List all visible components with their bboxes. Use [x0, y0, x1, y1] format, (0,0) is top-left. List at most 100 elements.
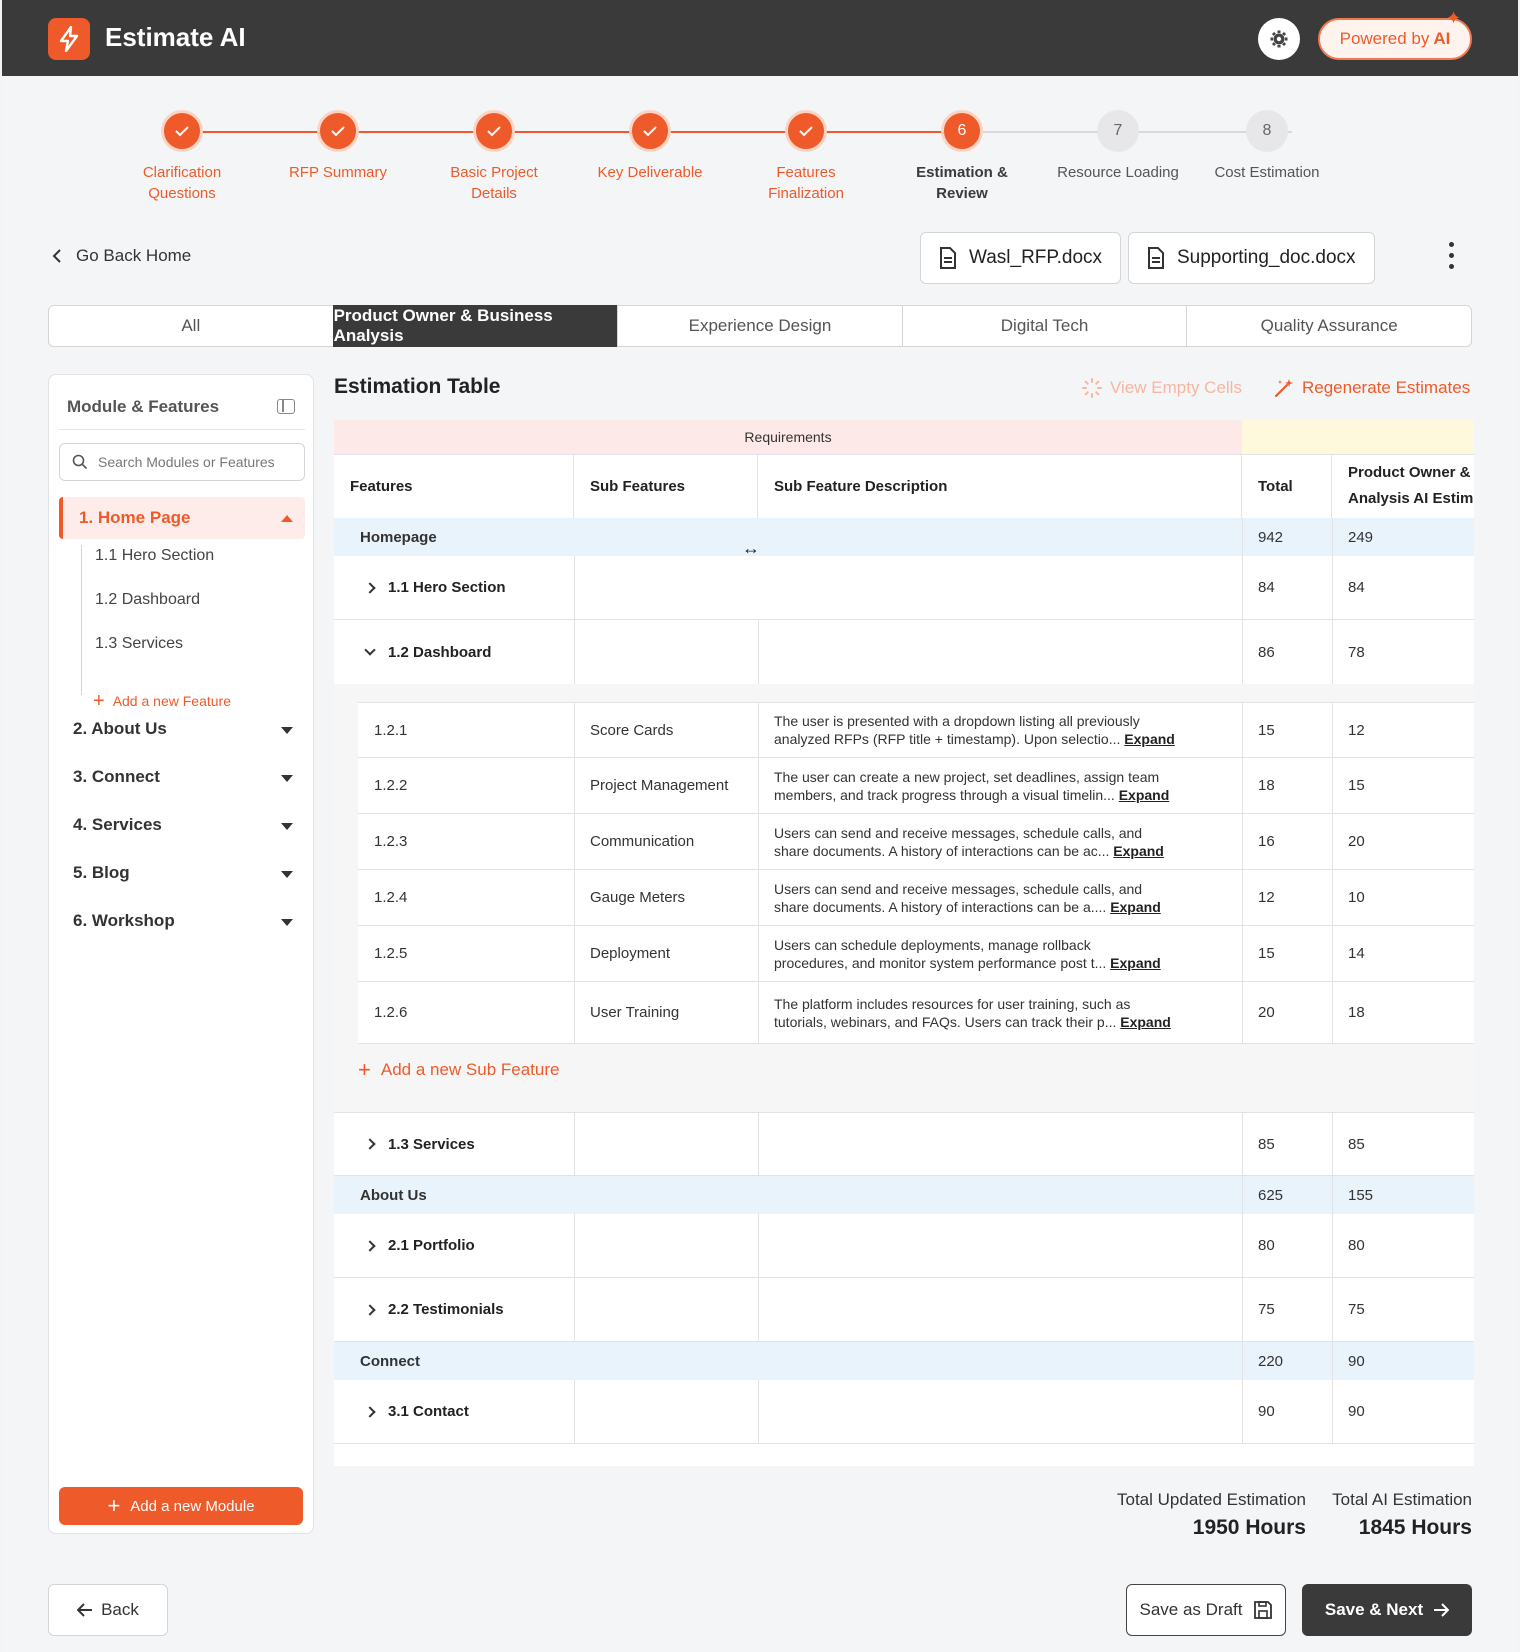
po-estimate-cell: 84: [1348, 579, 1365, 596]
gear-icon: [1270, 30, 1288, 48]
sub-feature-description: Users can schedule deployments, manage r…: [758, 926, 1242, 981]
document-icon: [1148, 247, 1164, 269]
more-options-icon[interactable]: [1447, 242, 1455, 269]
row-divider: [334, 454, 1474, 455]
plus-icon: +: [107, 1493, 121, 1518]
total-ai-label: Total AI Estimation: [1332, 1490, 1472, 1509]
module-label: 4. Services: [73, 815, 162, 834]
table-row-module-about-us[interactable]: About Us 625 155: [334, 1176, 1474, 1214]
sub-feature-row[interactable]: 1.2.6 User Training The platform include…: [358, 982, 1474, 1044]
tab-quality-assurance[interactable]: Quality Assurance: [1186, 305, 1472, 347]
arrow-right-icon: [1434, 1603, 1450, 1617]
table-row-feature[interactable]: 2.2 Testimonials 75 75: [334, 1278, 1474, 1342]
sidebar-module-home-page[interactable]: 1. Home Page: [59, 497, 305, 539]
tab-digital-tech[interactable]: Digital Tech: [901, 305, 1188, 347]
step-label: Key Deliverable: [570, 162, 730, 183]
sub-feature-row[interactable]: 1.2.1 Score Cards The user is presented …: [358, 702, 1474, 758]
description-line-1: Users can schedule deployments, manage r…: [774, 936, 1091, 953]
feature-name: 1.1 Hero Section: [388, 579, 506, 596]
sub-feature-name: Gauge Meters: [590, 889, 686, 906]
file-supporting-button[interactable]: Supporting_doc.docx: [1128, 232, 1375, 284]
file-rfp-button[interactable]: Wasl_RFP.docx: [920, 232, 1122, 284]
chevron-right-icon: [364, 1138, 376, 1150]
sub-feature-row[interactable]: 1.2.5 Deployment Users can schedule depl…: [358, 926, 1474, 982]
expand-link[interactable]: Expand: [1113, 843, 1164, 859]
sub-feature-name: User Training: [590, 1004, 680, 1021]
po-estimate-cell: 18: [1348, 1004, 1365, 1021]
sidebar-module-connect[interactable]: 3. Connect: [73, 767, 293, 787]
regenerate-estimates-button[interactable]: Regenerate Estimates: [1274, 378, 1470, 398]
expand-link[interactable]: Expand: [1110, 955, 1161, 971]
step-4[interactable]: Key Deliverable: [570, 110, 730, 183]
header-sub-feature-description: Sub Feature Description: [758, 454, 1242, 518]
expand-link[interactable]: Expand: [1110, 899, 1161, 915]
search-icon: [72, 454, 88, 470]
sidebar-feature-hero-section[interactable]: 1.1 Hero Section: [95, 547, 214, 565]
step-8[interactable]: 8 Cost Estimation: [1187, 110, 1347, 183]
sidebar-module-about-us[interactable]: 2. About Us: [73, 719, 293, 739]
plus-icon: +: [358, 1057, 371, 1082]
file-rfp-label: Wasl_RFP.docx: [969, 247, 1103, 268]
tab-product-owner[interactable]: Product Owner & Business Analysis: [332, 305, 619, 347]
table-row-module-homepage[interactable]: Homepage 942 249: [334, 518, 1474, 556]
step-5[interactable]: Features Finalization: [726, 110, 886, 204]
back-button[interactable]: Back: [48, 1584, 168, 1636]
add-feature-button[interactable]: + Add a new Feature: [93, 691, 231, 711]
step-6[interactable]: 6 Estimation & Review: [882, 110, 1042, 204]
search-input[interactable]: [98, 454, 288, 470]
sidebar-module-blog[interactable]: 5. Blog: [73, 863, 293, 883]
step-2[interactable]: RFP Summary: [258, 110, 418, 183]
chevron-down-icon: [364, 644, 376, 656]
sub-feature-row[interactable]: 1.2.2 Project Management The user can cr…: [358, 758, 1474, 814]
po-estimate-cell: 12: [1348, 721, 1365, 739]
expand-link[interactable]: Expand: [1124, 731, 1175, 747]
sub-feature-row[interactable]: 1.2.4 Gauge Meters Users can send and re…: [358, 870, 1474, 926]
step-7[interactable]: 7 Resource Loading: [1038, 110, 1198, 183]
step-label-line-2: Review: [936, 185, 988, 202]
chevron-right-icon: [364, 581, 376, 594]
expand-link[interactable]: Expand: [1120, 1014, 1171, 1030]
role-tabs: All Product Owner & Business Analysis Ex…: [48, 305, 1472, 347]
table-row-feature[interactable]: 2.1 Portfolio 80 80: [334, 1214, 1474, 1278]
table-row-feature[interactable]: 3.1 Contact 90 90: [334, 1380, 1474, 1444]
save-next-button[interactable]: Save & Next: [1302, 1584, 1472, 1636]
go-back-home-link[interactable]: Go Back Home: [52, 246, 191, 266]
settings-button[interactable]: [1258, 18, 1300, 60]
table-row-module-connect[interactable]: Connect 220 90: [334, 1342, 1474, 1380]
table-row-feature-expanded[interactable]: 1.2 Dashboard 86 78: [334, 620, 1474, 684]
tab-experience-design[interactable]: Experience Design: [617, 305, 903, 347]
add-module-button[interactable]: + Add a new Module: [59, 1487, 303, 1525]
step-label-line-1: Key Deliverable: [597, 164, 703, 181]
sidebar-module-workshop[interactable]: 6. Workshop: [73, 911, 293, 931]
total-cell: 625: [1258, 1186, 1284, 1204]
sub-feature-description: The user is presented with a dropdown li…: [758, 703, 1242, 757]
sub-feature-guide-line: [81, 545, 82, 695]
add-feature-label: Add a new Feature: [112, 693, 231, 709]
table-row-feature[interactable]: 1.1 Hero Section 84 84: [334, 556, 1474, 620]
description-line-1: The platform includes resources for user…: [774, 995, 1131, 1012]
po-estimate-cell: 78: [1348, 643, 1365, 661]
sub-feature-row[interactable]: 1.2.3 Communication Users can send and r…: [358, 814, 1474, 870]
sidebar-feature-services[interactable]: 1.3 Services: [95, 635, 183, 653]
expand-link[interactable]: Expand: [1119, 787, 1170, 803]
sub-feature-name: Deployment: [590, 945, 671, 962]
view-empty-cells-button[interactable]: View Empty Cells: [1082, 378, 1242, 398]
sidebar-module-services[interactable]: 4. Services: [73, 815, 293, 835]
tab-all[interactable]: All: [48, 305, 334, 347]
save-draft-button[interactable]: Save as Draft: [1126, 1584, 1286, 1636]
step-label: Resource Loading: [1038, 162, 1198, 183]
step-label-line-2: Questions: [148, 185, 216, 202]
save-draft-label: Save as Draft: [1139, 1600, 1243, 1619]
collapse-sidebar-icon[interactable]: [277, 399, 295, 414]
total-cell: 20: [1258, 1004, 1275, 1021]
step-label: RFP Summary: [258, 162, 418, 183]
total-ai-value: 1845 Hours: [1358, 1516, 1472, 1539]
add-sub-feature-button[interactable]: + Add a new Sub Feature: [358, 1057, 559, 1082]
sidebar-feature-dashboard[interactable]: 1.2 Dashboard: [95, 591, 200, 609]
step-3[interactable]: Basic Project Details: [414, 110, 574, 204]
table-row-feature[interactable]: 1.3 Services 85 85: [334, 1112, 1474, 1176]
step-1[interactable]: Clarification Questions: [102, 110, 262, 204]
sub-feature-id: 1.2.2: [374, 777, 408, 794]
sub-feature-description: Users can send and receive messages, sch…: [758, 870, 1242, 925]
check-icon: [161, 110, 203, 152]
